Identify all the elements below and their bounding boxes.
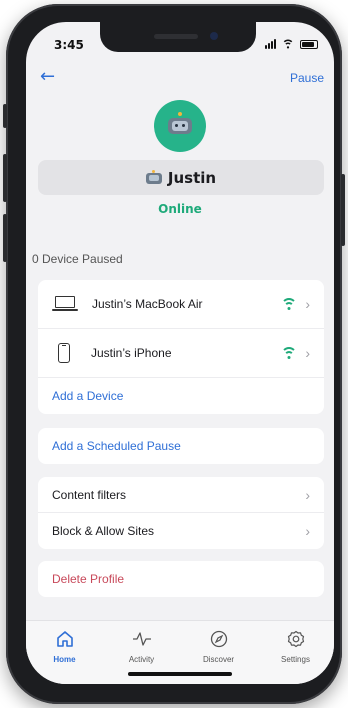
wifi-icon — [281, 298, 298, 310]
device-row[interactable]: Justin’s iPhone › — [38, 329, 324, 378]
chevron-right-icon: › — [305, 345, 310, 361]
add-device-label: Add a Device — [52, 389, 124, 403]
tab-home-label: Home — [53, 655, 76, 664]
volume-down-button — [3, 214, 7, 262]
signal-icon — [265, 39, 276, 49]
chevron-right-icon: › — [305, 296, 310, 312]
laptop-icon — [52, 296, 78, 312]
home-indicator[interactable] — [128, 672, 232, 676]
device-row[interactable]: Justin’s MacBook Air › — [38, 280, 324, 329]
delete-profile-button[interactable]: Delete Profile — [38, 561, 324, 597]
volume-up-button — [3, 154, 7, 202]
pause-button[interactable]: Pause — [290, 71, 324, 85]
paused-count-label: 0 Device Paused — [32, 252, 123, 266]
app-screen: 3:45 ← Pause Justin Online 0 Device Paus… — [26, 22, 334, 684]
tab-settings-label: Settings — [281, 655, 310, 664]
notch — [100, 22, 256, 52]
mute-switch — [3, 104, 7, 128]
device-name: Justin’s iPhone — [91, 346, 172, 360]
phone-icon — [58, 343, 70, 363]
schedule-card: Add a Scheduled Pause — [38, 428, 324, 464]
robot-icon — [168, 112, 192, 136]
activity-icon — [132, 629, 152, 649]
tab-discover-label: Discover — [202, 655, 235, 664]
status-time: 3:45 — [54, 38, 84, 52]
device-name: Justin’s MacBook Air — [92, 297, 203, 311]
status-icons — [265, 38, 318, 50]
wifi-icon — [281, 347, 298, 359]
add-scheduled-pause-button[interactable]: Add a Scheduled Pause — [38, 428, 324, 464]
gear-icon — [287, 629, 305, 649]
battery-icon — [300, 39, 318, 49]
delete-card: Delete Profile — [38, 561, 324, 597]
chevron-right-icon: › — [305, 486, 310, 503]
tab-activity-label: Activity — [128, 655, 155, 664]
robot-icon — [145, 170, 162, 184]
status-wifi-icon — [282, 39, 294, 49]
delete-profile-label: Delete Profile — [52, 572, 125, 586]
profile-avatar[interactable] — [154, 100, 206, 152]
home-icon — [56, 629, 74, 649]
front-camera — [210, 32, 218, 40]
add-scheduled-pause-label: Add a Scheduled Pause — [52, 439, 181, 453]
profile-name-pill[interactable]: Justin — [38, 160, 324, 195]
content-filters-row[interactable]: Content filters › — [38, 477, 324, 513]
compass-icon — [210, 629, 228, 649]
block-allow-sites-row[interactable]: Block & Allow Sites › — [38, 513, 324, 549]
add-device-button[interactable]: Add a Device — [38, 378, 324, 414]
chevron-right-icon: › — [305, 523, 310, 539]
speaker — [154, 34, 198, 39]
block-allow-sites-label: Block & Allow Sites — [52, 524, 155, 538]
online-status: Online — [158, 202, 202, 216]
filters-card: Content filters › Block & Allow Sites › — [38, 477, 324, 549]
arrow-left-icon[interactable]: ← — [40, 68, 55, 86]
devices-card: Justin’s MacBook Air › Justin’s iPhone ›… — [38, 280, 324, 414]
power-button — [341, 174, 345, 246]
profile-name: Justin — [167, 168, 217, 187]
tab-settings[interactable]: Settings — [261, 629, 331, 684]
tab-home[interactable]: Home — [30, 629, 100, 684]
content-filters-label: Content filters — [52, 487, 127, 502]
tab-bar: Home Activity Discover Settings — [26, 620, 334, 684]
